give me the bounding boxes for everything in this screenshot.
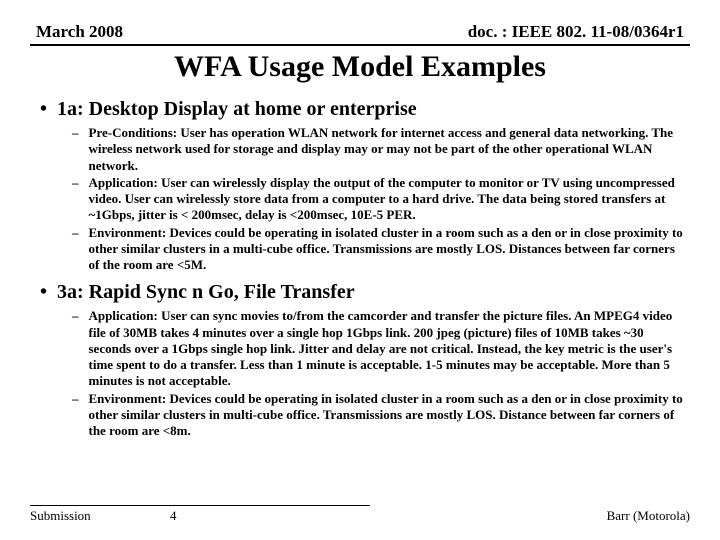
dash-icon: –: [72, 225, 79, 241]
header-row: March 2008 doc. : IEEE 802. 11-08/0364r1: [30, 22, 690, 44]
item-text: Application: User can wirelessly display…: [89, 175, 687, 224]
dash-icon: –: [72, 308, 79, 324]
header-doc: doc. : IEEE 802. 11-08/0364r1: [468, 22, 684, 42]
section-heading: 3a: Rapid Sync n Go, File Transfer: [57, 281, 355, 304]
list-item: –Application: User can wirelessly displa…: [72, 175, 686, 224]
section-items: –Pre-Conditions: User has operation WLAN…: [38, 125, 690, 273]
section-1a: • 1a: Desktop Display at home or enterpr…: [38, 98, 690, 273]
item-text: Environment: Devices could be operating …: [89, 225, 687, 274]
header-date: March 2008: [36, 22, 123, 42]
footer-page: 4: [170, 508, 230, 524]
dash-icon: –: [72, 125, 79, 141]
footer-row: Submission 4 Barr (Motorola): [30, 508, 690, 524]
list-item: –Environment: Devices could be operating…: [72, 225, 686, 274]
footer-left: Submission: [30, 508, 170, 524]
footer: Submission 4 Barr (Motorola): [30, 505, 690, 524]
page-title: WFA Usage Model Examples: [30, 50, 690, 84]
dash-icon: –: [72, 391, 79, 407]
list-item: –Environment: Devices could be operating…: [72, 391, 686, 440]
section-3a: • 3a: Rapid Sync n Go, File Transfer –Ap…: [38, 281, 690, 439]
content-list: • 1a: Desktop Display at home or enterpr…: [30, 98, 690, 439]
bullet-icon: •: [40, 281, 47, 303]
item-text: Application: User can sync movies to/fro…: [89, 308, 687, 389]
dash-icon: –: [72, 175, 79, 191]
list-item: –Pre-Conditions: User has operation WLAN…: [72, 125, 686, 174]
section-heading-row: • 1a: Desktop Display at home or enterpr…: [38, 98, 690, 121]
section-heading: 1a: Desktop Display at home or enterpris…: [57, 98, 417, 121]
header-rule: [30, 44, 690, 46]
section-items: –Application: User can sync movies to/fr…: [38, 308, 690, 439]
footer-rule: [30, 505, 370, 506]
bullet-icon: •: [40, 98, 47, 120]
section-heading-row: • 3a: Rapid Sync n Go, File Transfer: [38, 281, 690, 304]
item-text: Pre-Conditions: User has operation WLAN …: [89, 125, 687, 174]
item-text: Environment: Devices could be operating …: [89, 391, 687, 440]
footer-right: Barr (Motorola): [607, 508, 690, 524]
list-item: –Application: User can sync movies to/fr…: [72, 308, 686, 389]
